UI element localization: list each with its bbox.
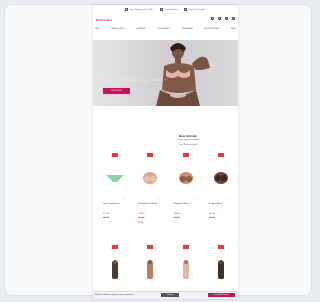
- product-name[interactable]: Balconette Bra Blush: [138, 203, 160, 206]
- header-icons: [211, 17, 235, 20]
- product-price: £12.00: [103, 213, 110, 215]
- nav-item[interactable]: SALE: [231, 28, 236, 30]
- promo-item: Secure Checkout: [184, 8, 206, 11]
- product-name[interactable]: Lace Thong Green: [103, 203, 125, 206]
- hero-model-image: [156, 43, 210, 106]
- promo-label: Secure Checkout: [189, 8, 207, 11]
- accept-cookies-button[interactable]: Accept All Cookies: [208, 293, 235, 297]
- cookie-settings-button[interactable]: Settings: [161, 293, 179, 297]
- nav-item[interactable]: SWIMWEAR: [181, 28, 192, 30]
- section-title: New Arrivals: [179, 134, 198, 138]
- wishlist-heart-icon[interactable]: ♡: [193, 197, 196, 201]
- cookie-text: We use cookies to improve your experienc…: [95, 294, 134, 296]
- product-image[interactable]: [103, 159, 127, 197]
- product-price: £32.00: [138, 213, 145, 215]
- sale-badge: [182, 245, 189, 249]
- site-logo[interactable]: Bravissimo: [96, 18, 112, 22]
- wishlist-heart-icon[interactable]: ♡: [228, 197, 231, 201]
- promo-label: Free Delivery Over £35: [129, 8, 153, 11]
- nav-item[interactable]: LINGERIE: [136, 28, 145, 30]
- product-image[interactable]: [103, 251, 127, 289]
- wishlist-heart-icon[interactable]: ♡: [158, 197, 161, 201]
- sale-badge: [182, 153, 189, 157]
- hero-headline: THE LINGERIE EDIT: [103, 78, 169, 82]
- section-subtitle: Fresh styles just landed: [178, 139, 200, 141]
- product-old-price: £55.00: [208, 217, 216, 219]
- promo-item: Free Delivery Over £35: [124, 8, 153, 11]
- check-icon: [124, 8, 128, 11]
- product-old-price: £40.00: [138, 217, 145, 219]
- sort-dropdown[interactable]: Sort: Recommended: [179, 144, 197, 146]
- promo-bar: Free Delivery Over £35 Free Returns Secu…: [93, 8, 238, 11]
- product-name[interactable]: Plunge Bra Nude: [174, 203, 196, 206]
- product-name[interactable]: Bodysuit Black: [209, 203, 231, 206]
- sale-badge: [112, 245, 118, 249]
- promo-item: Free Returns: [159, 8, 178, 11]
- product-old-price: £16.00: [103, 217, 110, 219]
- sale-badge: [217, 153, 224, 157]
- product-image[interactable]: [138, 159, 162, 197]
- wishlist-heart-icon[interactable]: ♡: [122, 197, 125, 201]
- product-image[interactable]: [174, 251, 198, 289]
- check-icon: [184, 8, 188, 11]
- product-image[interactable]: [209, 159, 233, 197]
- account-icon[interactable]: [218, 17, 221, 20]
- product-price: £30.00: [173, 213, 180, 215]
- hero-banner[interactable]: THE LINGERIE EDIT SHOP NOW: [93, 40, 238, 106]
- sale-badge: [147, 153, 154, 157]
- sale-badge: [112, 153, 118, 157]
- wishlist-icon[interactable]: [225, 17, 228, 20]
- web-page: Free Delivery Over £35 Free Returns Secu…: [93, 5, 238, 299]
- search-icon[interactable]: [211, 17, 214, 20]
- nav-item[interactable]: ACCESSORIES: [205, 28, 219, 30]
- sale-badge: [147, 245, 154, 249]
- product-image[interactable]: [209, 251, 233, 289]
- nav-item[interactable]: NEW: [95, 28, 100, 30]
- sale-badge: [217, 245, 224, 249]
- nav-item[interactable]: BRAS & SETS: [111, 28, 124, 30]
- product-old-price: £38.00: [173, 217, 180, 219]
- nav-item[interactable]: NIGHTWEAR: [157, 28, 169, 30]
- product-price: £45.00: [208, 213, 216, 215]
- check-icon: [159, 8, 163, 11]
- product-image[interactable]: [174, 159, 198, 197]
- hero-shop-button[interactable]: SHOP NOW: [103, 88, 130, 94]
- promo-label: Free Returns: [164, 8, 178, 11]
- product-image[interactable]: [138, 251, 162, 289]
- bag-icon[interactable]: [232, 17, 235, 20]
- color-swatches[interactable]: [138, 221, 144, 223]
- main-nav: NEW BRAS & SETS LINGERIE NIGHTWEAR SWIMW…: [95, 28, 236, 30]
- cookie-banner: We use cookies to improve your experienc…: [93, 291, 238, 299]
